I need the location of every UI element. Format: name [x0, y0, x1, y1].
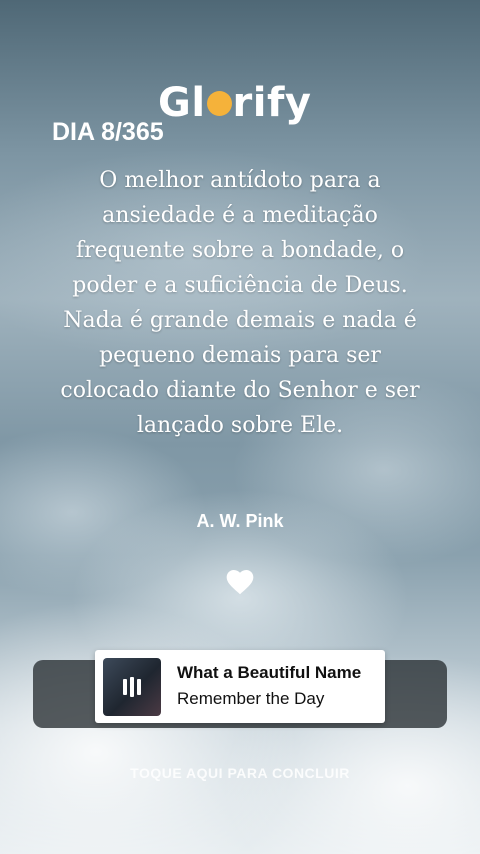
- logo-text-prefix: Gl: [158, 80, 206, 126]
- complete-button[interactable]: TOQUE AQUI PARA CONCLUIR: [0, 765, 480, 781]
- song-subtitle: Remember the Day: [177, 689, 325, 708]
- album-art[interactable]: [103, 658, 161, 716]
- now-playing-card[interactable]: What a Beautiful Name Remember the Day: [95, 650, 385, 723]
- pause-icon[interactable]: [118, 673, 146, 701]
- logo-dot-icon: [206, 91, 232, 116]
- quote-author: A. W. Pink: [196, 511, 284, 531]
- glorify-logo: Gl rify: [158, 80, 311, 126]
- song-title: What a Beautiful Name: [177, 663, 362, 682]
- devotional-quote: O melhor antídoto para a ansiedade é a m…: [60, 168, 420, 438]
- heart-icon[interactable]: [224, 566, 256, 598]
- logo-text-suffix: rify: [232, 80, 312, 126]
- day-counter: DIA 8/365: [52, 118, 164, 146]
